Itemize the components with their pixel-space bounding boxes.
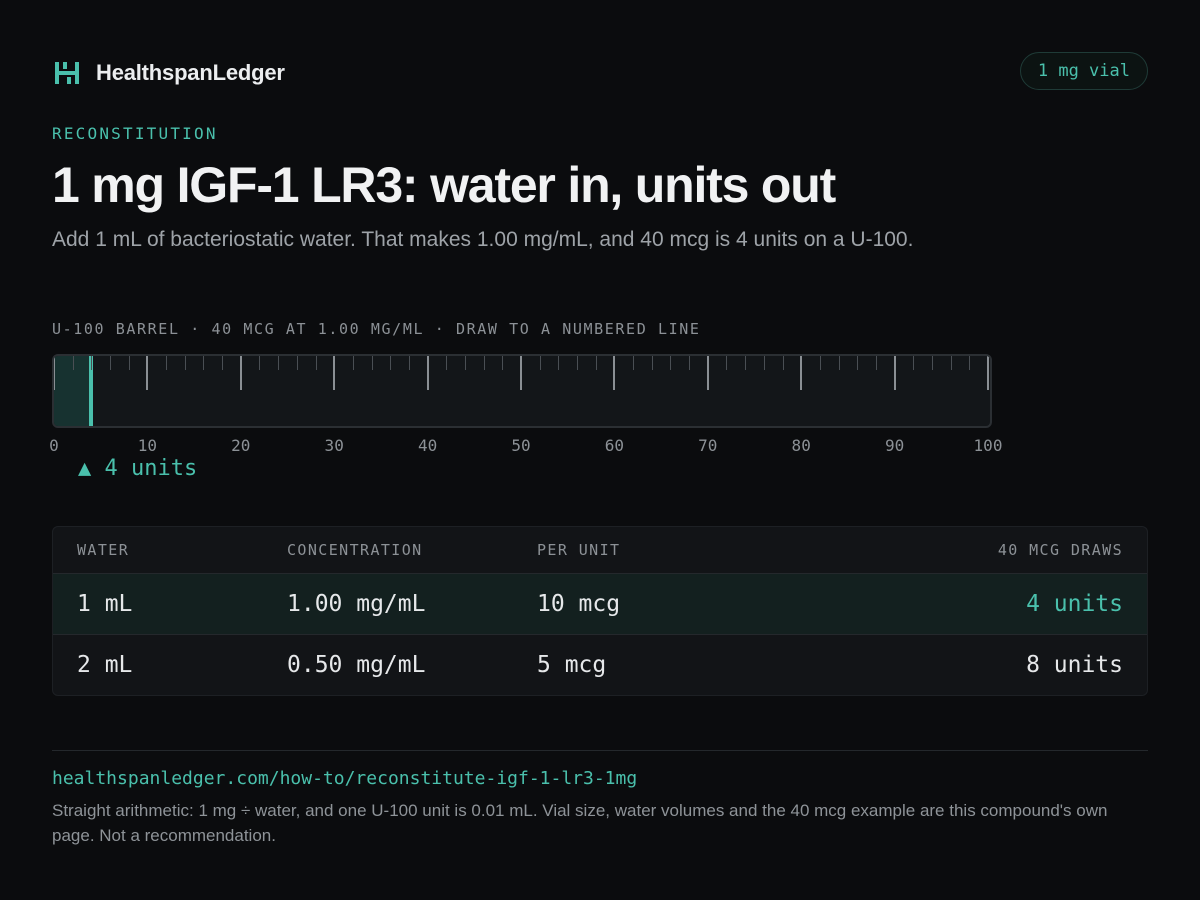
- syringe-minor-tick: [950, 356, 952, 370]
- syringe-major-tick: [239, 356, 242, 390]
- header-draws: 40 MCG DRAWS: [997, 541, 1123, 559]
- syringe-minor-tick: [763, 356, 765, 370]
- syringe-minor-tick: [72, 356, 74, 370]
- syringe-major-tick: [706, 356, 709, 390]
- brand-name: HealthspanLedger: [96, 60, 285, 85]
- syringe-scale-label: 20: [231, 436, 251, 455]
- syringe-minor-tick: [875, 356, 877, 370]
- syringe-scale-label: 50: [511, 436, 531, 455]
- syringe-minor-tick: [222, 356, 224, 370]
- syringe-minor-tick: [726, 356, 728, 370]
- source-link[interactable]: healthspanledger.com/how-to/reconstitute…: [52, 768, 637, 789]
- syringe-minor-tick: [259, 356, 261, 370]
- syringe-scale-label: 30: [324, 436, 344, 455]
- syringe-scale-label: 100: [973, 436, 1003, 455]
- syringe-minor-tick: [782, 356, 784, 370]
- cell-concentration: 1.00 mg/mL: [287, 591, 426, 617]
- syringe-minor-tick: [838, 356, 840, 370]
- table-header-row: WATER CONCENTRATION PER UNIT 40 MCG DRAW…: [53, 527, 1147, 573]
- syringe-minor-tick: [91, 356, 93, 370]
- syringe-minor-tick: [689, 356, 691, 370]
- syringe-minor-tick: [633, 356, 635, 370]
- syringe-scale-label: 60: [604, 436, 625, 455]
- syringe-major-tick: [426, 356, 429, 390]
- syringe-minor-tick: [931, 356, 933, 370]
- brand[interactable]: HealthspanLedger: [52, 58, 285, 88]
- brand-logo-icon: [55, 62, 79, 84]
- syringe-scale-label: 70: [698, 436, 718, 455]
- draw-marker: ▲ 4 units: [78, 456, 198, 481]
- syringe-scale-label: 90: [884, 436, 905, 455]
- syringe-minor-tick: [315, 356, 317, 370]
- syringe-minor-tick: [483, 356, 485, 370]
- syringe-major-tick: [987, 356, 989, 390]
- section-eyebrow: RECONSTITUTION: [52, 124, 218, 143]
- header-concentration: CONCENTRATION: [287, 541, 423, 559]
- syringe-scale-label: 0: [49, 436, 59, 455]
- syringe-minor-tick: [819, 356, 821, 370]
- syringe-major-tick: [333, 356, 336, 390]
- vial-size-badge: 1 mg vial: [1019, 52, 1148, 90]
- syringe-minor-tick: [128, 356, 130, 370]
- page-subtitle: Add 1 mL of bacteriostatic water. That m…: [52, 228, 914, 251]
- syringe-scale-label: 10: [137, 436, 158, 455]
- syringe-major-tick: [520, 356, 522, 390]
- syringe-minor-tick: [166, 356, 168, 370]
- syringe-minor-tick: [446, 356, 448, 370]
- table-row: 2 mL 0.50 mg/mL 5 mcg 8 units: [53, 634, 1147, 695]
- cell-concentration: 0.50 mg/mL: [287, 652, 426, 678]
- dilution-table: WATER CONCENTRATION PER UNIT 40 MCG DRAW…: [52, 526, 1148, 696]
- syringe-minor-tick: [296, 356, 298, 370]
- syringe-major-tick: [54, 356, 55, 390]
- syringe-minor-tick: [595, 356, 597, 370]
- page-title: 1 mg IGF-1 LR3: water in, units out: [52, 157, 836, 213]
- syringe-major-tick: [146, 356, 149, 390]
- table-row: 1 mL 1.00 mg/mL 10 mcg 4 units: [53, 573, 1147, 634]
- syringe-minor-tick: [913, 356, 915, 370]
- cell-water: 2 mL: [77, 652, 133, 678]
- syringe-minor-tick: [577, 356, 579, 370]
- syringe-minor-tick: [857, 356, 859, 370]
- syringe-minor-tick: [670, 356, 672, 370]
- syringe-scale-label: 80: [791, 436, 811, 455]
- syringe-major-tick: [613, 356, 616, 390]
- syringe-minor-tick: [390, 356, 392, 370]
- syringe-minor-tick: [371, 356, 373, 370]
- syringe-minor-tick: [558, 356, 560, 370]
- syringe-minor-tick: [745, 356, 747, 370]
- cell-draw: 4 units: [1026, 591, 1123, 617]
- syringe-minor-tick: [539, 356, 541, 370]
- syringe-scale-label: 40: [417, 436, 438, 455]
- syringe-minor-tick: [110, 356, 112, 370]
- footer-divider: [52, 750, 1148, 751]
- syringe-major-tick: [893, 356, 896, 390]
- syringe-minor-tick: [203, 356, 205, 370]
- cell-per-unit: 10 mcg: [537, 591, 621, 617]
- cell-per-unit: 5 mcg: [537, 652, 607, 678]
- cell-water: 1 mL: [77, 591, 133, 617]
- syringe-caption: U-100 BARREL · 40 MCG AT 1.00 MG/ML · DR…: [52, 320, 701, 338]
- footer-note: Straight arithmetic: 1 mg ÷ water, and o…: [52, 801, 1108, 845]
- syringe-minor-tick: [969, 356, 971, 370]
- header-per-unit: PER UNIT: [537, 541, 621, 559]
- syringe-major-tick: [800, 356, 803, 390]
- syringe-minor-tick: [278, 356, 280, 370]
- syringe-minor-tick: [651, 356, 653, 370]
- syringe-minor-tick: [408, 356, 410, 370]
- syringe-minor-tick: [502, 356, 504, 370]
- syringe-barrel: [52, 354, 992, 428]
- cell-draw: 8 units: [1026, 652, 1123, 678]
- syringe-minor-tick: [184, 356, 186, 370]
- header-water: WATER: [77, 541, 130, 559]
- syringe-minor-tick: [464, 356, 466, 370]
- syringe-minor-tick: [352, 356, 354, 370]
